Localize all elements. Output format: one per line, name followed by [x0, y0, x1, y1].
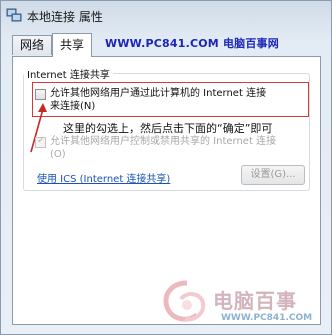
- window-title: 本地连接 属性: [27, 10, 103, 24]
- watermark-text: WWW.PC841.COM 电脑百事网: [105, 37, 279, 50]
- title-bar: 本地连接 属性: [1, 1, 331, 31]
- annotation-text: 这里的勾选上，然后点击下面的“确定”即可: [63, 122, 273, 135]
- allow-connect-label[interactable]: 允许其他网络用户通过此计算机的 Internet 连接 来连接(N): [50, 87, 306, 113]
- logo-url: WWW.PC841.COM: [221, 313, 313, 323]
- allow-control-label-line2: (O): [50, 149, 66, 160]
- tab-network[interactable]: 网络: [12, 35, 52, 55]
- logo-name: 电脑百事: [213, 289, 297, 313]
- group-legend: Internet 连接共享: [24, 66, 113, 81]
- allow-control-checkbox: ✓: [35, 135, 46, 148]
- logo-swirl-icon: [163, 280, 206, 322]
- checkmark-icon: ✓: [37, 135, 46, 146]
- allow-connect-label-line1: 允许其他网络用户通过此计算机的 Internet 连接: [50, 88, 267, 99]
- site-logo: 电脑百事 WWW.PC841.COM: [151, 277, 331, 333]
- allow-control-label-line1: 允许其他网络用户控制或禁用共享的 Internet 连接: [50, 136, 277, 147]
- settings-button: 设置(G)...: [241, 165, 305, 185]
- ics-help-link[interactable]: 使用 ICS (Internet 连接共享): [37, 170, 170, 185]
- network-connection-icon: [6, 8, 22, 22]
- tab-sharing[interactable]: 共享: [52, 33, 92, 57]
- properties-window: 本地连接 属性 网络 共享 WWW.PC841.COM 电脑百事网 Intern…: [0, 0, 332, 335]
- allow-control-label: 允许其他网络用户控制或禁用共享的 Internet 连接 (O): [50, 135, 306, 161]
